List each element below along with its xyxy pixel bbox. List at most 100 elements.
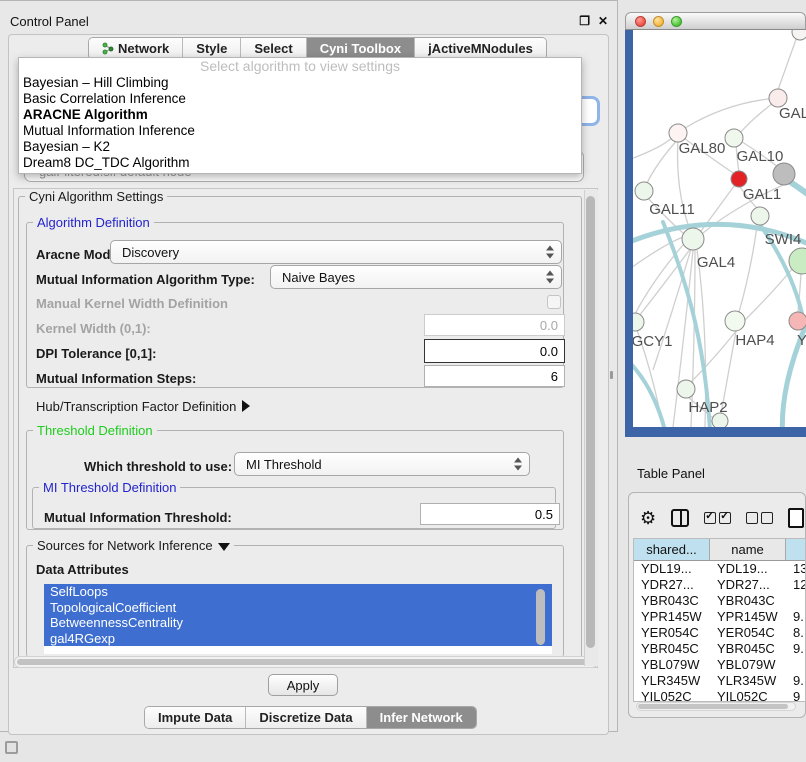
aracne-mode-combo[interactable]: Discovery xyxy=(110,240,562,264)
algorithm-option-basic-correlation-inference[interactable]: Basic Correlation Inference xyxy=(19,91,581,107)
which-threshold-label: Which threshold to use: xyxy=(84,459,232,474)
float-window-icon[interactable]: ❐ xyxy=(579,14,590,28)
network-icon xyxy=(102,42,114,55)
algorithm-option-aracne-algorithm[interactable]: ARACNE Algorithm xyxy=(19,107,581,123)
kernel-width-field[interactable]: 0.0 xyxy=(424,314,565,336)
table-row[interactable]: YBR045CYBR045C9. xyxy=(634,641,805,657)
column-header-a[interactable]: A xyxy=(786,539,806,560)
tab-infer-network[interactable]: Infer Network xyxy=(367,707,476,728)
node-table[interactable]: shared...nameA YDL19...YDL19...13YDR27..… xyxy=(633,538,806,702)
algorithm-option-mutual-information-inference[interactable]: Mutual Information Inference xyxy=(19,123,581,139)
node-label-y: Y xyxy=(797,332,806,349)
apply-button[interactable]: Apply xyxy=(268,674,338,696)
mi-steps-field[interactable]: 6 xyxy=(424,365,565,387)
kernel-width-label: Kernel Width (0,1): xyxy=(36,321,151,336)
mi-threshold-definition-title: MI Threshold Definition xyxy=(39,480,180,495)
panel-divider-handle[interactable] xyxy=(610,371,613,379)
table-row[interactable]: YDR27...YDR27...12 xyxy=(634,577,805,593)
dpi-tolerance-value: 0.0 xyxy=(540,344,558,359)
close-window-icon[interactable]: ✕ xyxy=(598,14,608,28)
table-row[interactable]: YDL19...YDL19...13 xyxy=(634,561,805,577)
network-node[interactable] xyxy=(712,413,728,427)
zoom-traffic-light-icon[interactable] xyxy=(671,16,682,27)
screen: { "colors": { "selection_blue": "#3e6fd0… xyxy=(0,0,806,762)
network-canvas[interactable]: GALGAL80GAL10GAL1GAL11SWI4GAL4GCY1HAP4YH… xyxy=(633,30,806,427)
tab-cyni-toolbox[interactable]: Cyni Toolbox xyxy=(307,38,415,59)
collapsed-panel-icon[interactable] xyxy=(5,741,18,754)
kernel-width-value: 0.0 xyxy=(540,318,558,333)
hub-definition-expander[interactable]: Hub/Transcription Factor Definition xyxy=(36,399,250,414)
network-node[interactable] xyxy=(792,30,806,40)
network-node-gal4[interactable] xyxy=(682,228,704,250)
algorithm-dropdown-prompt: Select algorithm to view settings xyxy=(19,58,581,75)
network-node-gal1[interactable] xyxy=(731,171,747,187)
file-icon[interactable] xyxy=(788,508,804,528)
network-node[interactable] xyxy=(773,163,795,185)
table-panel-title: Table Panel xyxy=(637,466,705,481)
column-header-name[interactable]: name xyxy=(710,539,786,560)
network-window-titlebar[interactable] xyxy=(625,12,806,30)
mi-algorithm-type-value: Naive Bayes xyxy=(282,270,355,285)
attribute-item-selfloops[interactable]: SelfLoops xyxy=(44,584,552,600)
combo-stepper-icon xyxy=(514,458,523,471)
tab-network[interactable]: Network xyxy=(89,38,183,59)
table-row[interactable]: YER054CYER054C8. xyxy=(634,625,805,641)
close-traffic-light-icon[interactable] xyxy=(635,16,646,27)
cyni-algorithm-settings-title: Cyni Algorithm Settings xyxy=(25,189,167,204)
network-node-gcy1[interactable] xyxy=(633,313,644,331)
node-label-gcy1: GCY1 xyxy=(633,333,672,350)
table-row[interactable]: YPR145WYPR145W9. xyxy=(634,609,805,625)
collapse-down-icon xyxy=(218,543,230,551)
network-node-gal11[interactable] xyxy=(635,182,653,200)
mi-algorithm-type-combo[interactable]: Naive Bayes xyxy=(270,265,562,289)
gear-icon[interactable]: ⚙ xyxy=(640,509,656,527)
network-node-swi4[interactable] xyxy=(751,207,769,225)
network-node-hap4[interactable] xyxy=(725,311,745,331)
node-label-hap4: HAP4 xyxy=(735,332,774,349)
column-header-shared[interactable]: shared... xyxy=(634,539,710,560)
tab-discretize-data[interactable]: Discretize Data xyxy=(246,707,366,728)
control-panel-title: Control Panel xyxy=(10,14,89,29)
combo-stepper-icon xyxy=(546,271,555,284)
minimize-traffic-light-icon[interactable] xyxy=(653,16,664,27)
attribute-item-betweennesscentrality[interactable]: BetweennessCentrality xyxy=(44,615,552,631)
table-row[interactable]: YBR043CYBR043C xyxy=(634,593,805,609)
algorithm-option-bayesian-k2[interactable]: Bayesian – K2 xyxy=(19,139,581,155)
tab-jactivemnodules[interactable]: jActiveMNodules xyxy=(415,38,546,59)
attribute-item-gal4rgexp[interactable]: gal4RGexp xyxy=(44,631,552,647)
network-node-y[interactable] xyxy=(789,312,806,330)
tab-select[interactable]: Select xyxy=(241,38,306,59)
settings-hscrollbar[interactable] xyxy=(14,656,598,668)
network-nodes[interactable]: GALGAL80GAL10GAL1GAL11SWI4GAL4GCY1HAP4YH… xyxy=(633,30,806,427)
node-label-gal: GAL xyxy=(779,105,806,122)
attribute-item-topologicalcoefficient[interactable]: TopologicalCoefficient xyxy=(44,600,552,616)
table-row[interactable]: YIL052CYIL052C9 xyxy=(634,689,805,702)
table-panel-toolbar: ⚙ xyxy=(640,504,806,532)
mi-threshold-field[interactable]: 0.5 xyxy=(420,503,560,525)
tab-style[interactable]: Style xyxy=(183,38,241,59)
table-header-row: shared...nameA xyxy=(634,539,805,561)
mi-threshold-label: Mutual Information Threshold: xyxy=(44,510,232,525)
network-node-hap2[interactable] xyxy=(677,380,695,398)
mi-algorithm-type-label: Mutual Information Algorithm Type: xyxy=(36,272,255,287)
table-hscrollbar-thumb[interactable] xyxy=(638,704,788,709)
table-row[interactable]: YBL079WYBL079W xyxy=(634,657,805,673)
manual-kernel-width-checkbox[interactable] xyxy=(547,295,561,309)
algorithm-option-dream8-dc-tdc-algorithm[interactable]: Dream8 DC_TDC Algorithm xyxy=(19,155,581,171)
network-node-gal10[interactable] xyxy=(725,129,743,147)
dpi-tolerance-field[interactable]: 0.0 xyxy=(424,339,565,363)
tab-impute-data[interactable]: Impute Data xyxy=(145,707,246,728)
expand-right-icon xyxy=(242,400,250,412)
which-threshold-combo[interactable]: MI Threshold xyxy=(234,452,530,476)
node-label-swi4: SWI4 xyxy=(765,231,802,248)
algorithm-option-bayesian-hill-climbing[interactable]: Bayesian – Hill Climbing xyxy=(19,75,581,91)
select-all-checkboxes-icon[interactable] xyxy=(704,512,731,524)
data-attributes-list[interactable]: SelfLoopsTopologicalCoefficientBetweenne… xyxy=(44,584,552,654)
columns-icon[interactable] xyxy=(671,509,689,527)
attributes-scrollbar-thumb[interactable] xyxy=(536,589,545,645)
node-label-gal4: GAL4 xyxy=(697,254,735,271)
deselect-all-checkboxes-icon[interactable] xyxy=(746,512,773,524)
settings-vscrollbar-thumb[interactable] xyxy=(586,196,595,648)
settings-hscrollbar-thumb[interactable] xyxy=(17,659,593,665)
table-row[interactable]: YLR345WYLR345W9. xyxy=(634,673,805,689)
